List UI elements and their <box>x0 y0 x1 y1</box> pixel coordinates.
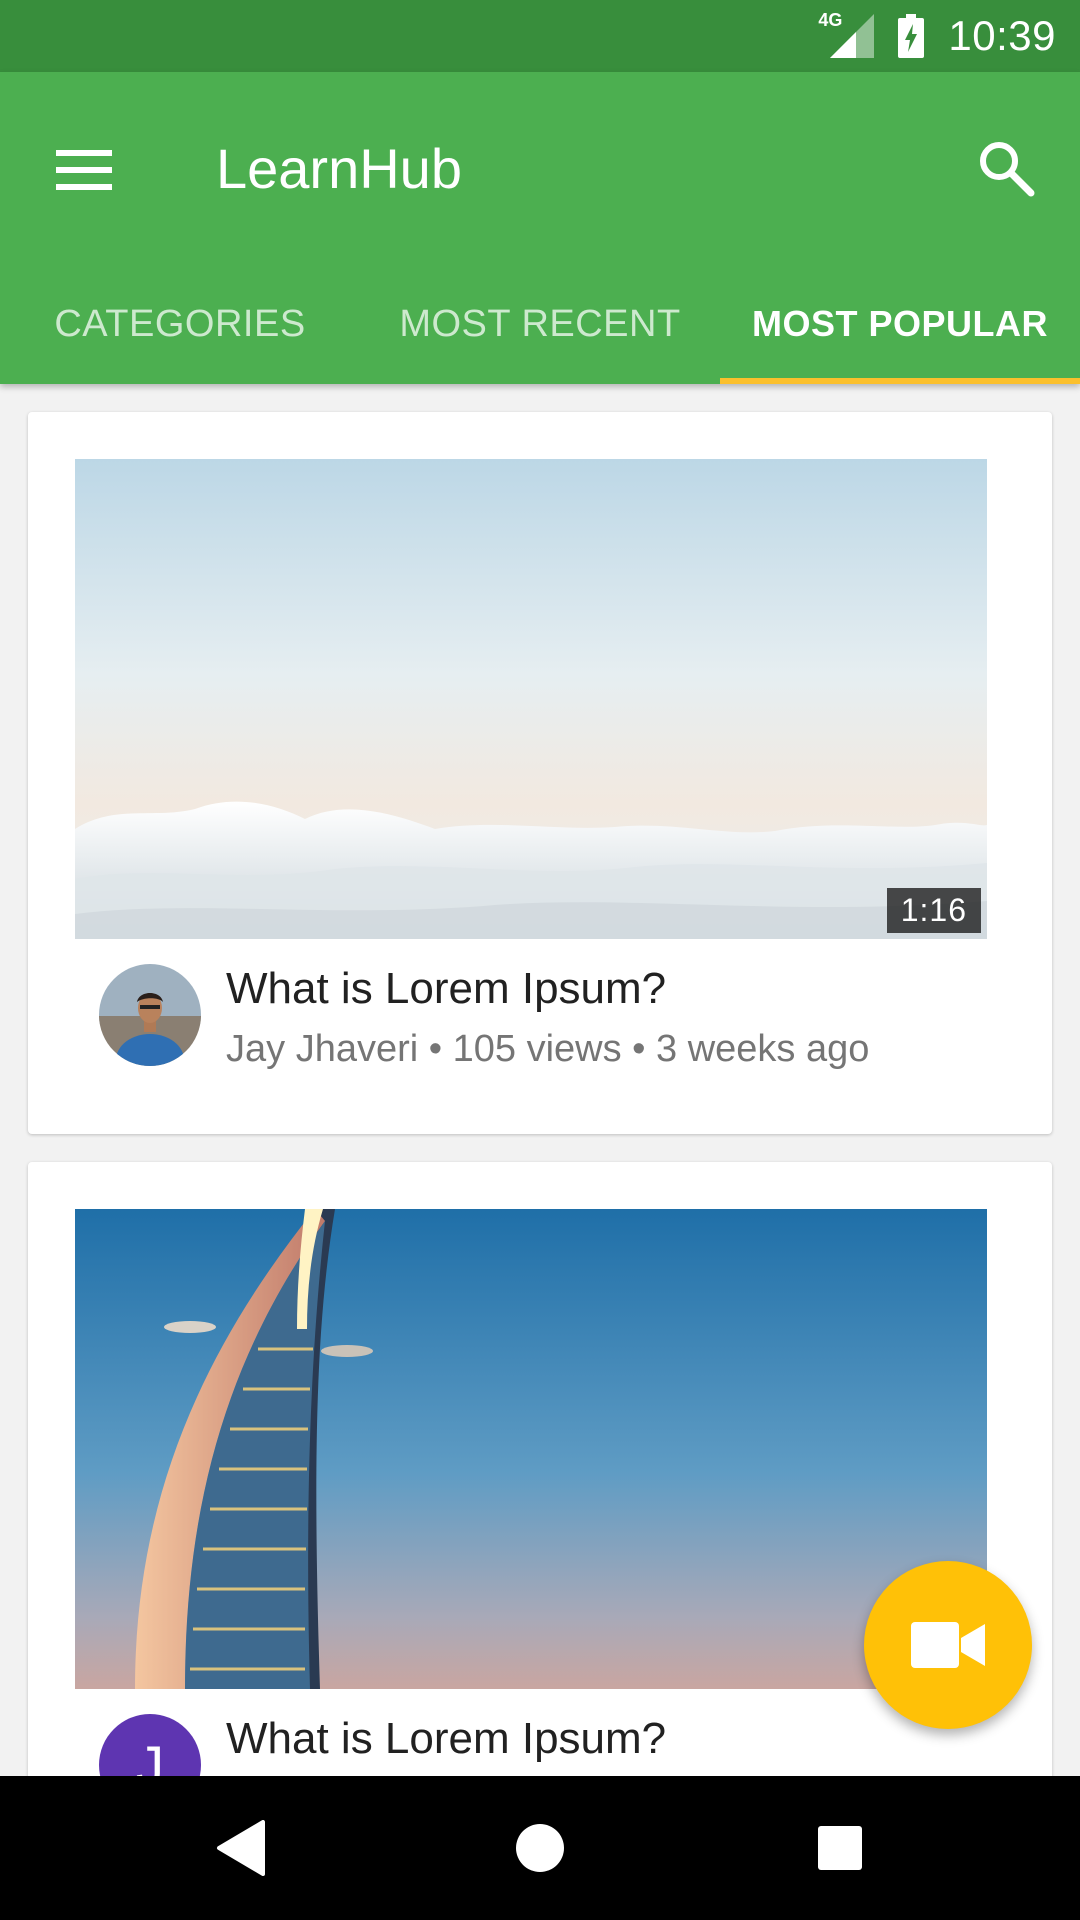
signal-icon: 4G <box>818 10 875 58</box>
video-thumbnail-clouds[interactable]: 1:16 <box>75 459 987 939</box>
status-bar: 4G 10:39 <box>0 0 1080 72</box>
battery-charging-icon <box>898 14 925 58</box>
search-icon <box>980 142 1035 197</box>
video-title[interactable]: What is Lorem Ipsum? <box>226 1714 666 1764</box>
tab-most-popular[interactable]: MOST POPULAR <box>720 264 1080 384</box>
status-time: 10:39 <box>948 12 1056 59</box>
record-video-fab[interactable] <box>864 1561 1032 1729</box>
hamburger-menu-icon <box>56 150 112 190</box>
app-title: LearnHub <box>216 137 462 200</box>
back-triangle-icon <box>217 1820 265 1876</box>
tab-most-recent[interactable]: MOST RECENT <box>360 264 720 384</box>
tab-bar: CATEGORIES MOST RECENT MOST POPULAR <box>0 264 1080 384</box>
video-title[interactable]: What is Lorem Ipsum? <box>226 964 666 1014</box>
recents-button[interactable] <box>800 1808 880 1888</box>
navigation-bar <box>0 1776 1080 1920</box>
back-button[interactable] <box>200 1808 280 1888</box>
menu-button[interactable] <box>38 124 130 216</box>
network-type: 4G <box>818 10 843 30</box>
app-bar: LearnHub CATEGORIES MOST RECENT MOST POP… <box>0 72 1080 384</box>
tab-indicator <box>720 378 1080 384</box>
video-duration: 1:16 <box>886 888 981 933</box>
avatar[interactable] <box>99 964 201 1066</box>
video-camera-icon <box>911 1622 985 1668</box>
avatar[interactable]: J <box>99 1714 201 1776</box>
video-thumbnail-tower[interactable] <box>75 1209 987 1689</box>
home-circle-icon <box>516 1824 564 1872</box>
video-meta: Jay Jhaveri • 105 views • 3 weeks ago <box>226 1028 870 1070</box>
search-button[interactable] <box>958 120 1054 216</box>
recents-square-icon <box>818 1826 862 1870</box>
tab-categories[interactable]: CATEGORIES <box>0 264 360 384</box>
home-button[interactable] <box>500 1808 580 1888</box>
video-card[interactable]: 1:16 What is Lorem Ipsum? Jay Jhaveri • … <box>28 412 1052 1134</box>
status-icons: 4G 10:39 <box>818 0 1056 72</box>
